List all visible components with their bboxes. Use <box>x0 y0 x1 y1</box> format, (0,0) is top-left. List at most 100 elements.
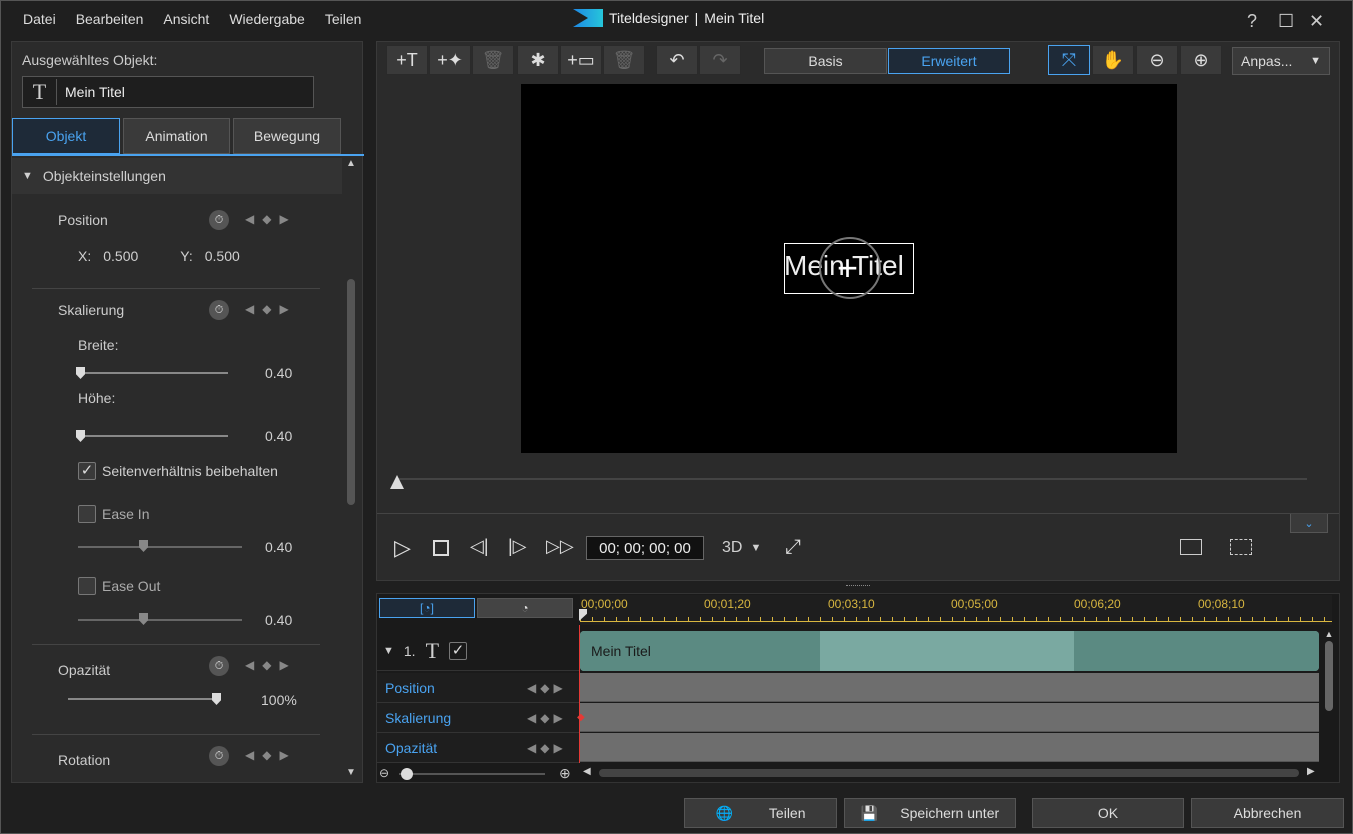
grid-icon[interactable] <box>1230 539 1252 555</box>
ease-out-slider-thumb[interactable] <box>139 613 148 625</box>
ease-in-checkbox[interactable] <box>78 505 96 523</box>
share-label: Teilen <box>768 805 806 821</box>
timeline-vscrollbar[interactable]: ▲ <box>1323 629 1335 765</box>
timeline-zoom-thumb[interactable] <box>401 768 413 780</box>
safe-zone-icon[interactable] <box>1180 539 1202 555</box>
help-button[interactable]: ? <box>1247 11 1257 32</box>
keyframe-controls[interactable]: ◀◆▶ <box>527 711 567 725</box>
height-slider-thumb[interactable] <box>76 430 85 442</box>
height-slider[interactable] <box>78 435 228 437</box>
ruler-tick-label: 00;00;00 <box>581 597 628 611</box>
aspect-ratio-checkbox[interactable]: ✓ <box>78 462 96 480</box>
stop-button[interactable] <box>433 540 449 556</box>
stopwatch-icon[interactable]: ⏱ <box>209 656 229 676</box>
collapse-icon[interactable]: ▼ <box>383 645 394 657</box>
add-effect-button[interactable]: ✱ <box>517 45 559 75</box>
ruler-tick-label: 00;05;00 <box>951 597 998 611</box>
track-number: 1. <box>403 642 416 659</box>
expand-button[interactable]: ⌄ <box>1290 513 1328 533</box>
keyframe-controls[interactable]: ◀◆▶ <box>245 748 297 762</box>
fullscreen-icon[interactable]: ⤢ <box>785 536 801 559</box>
add-text-button[interactable]: +T <box>386 45 428 75</box>
next-frame-button[interactable]: |▷ <box>508 536 527 557</box>
opacity-slider[interactable] <box>68 698 218 700</box>
previous-frame-button[interactable]: ◁| <box>470 536 489 557</box>
cancel-button[interactable]: Abbrechen <box>1191 798 1344 828</box>
share-button[interactable]: 🌐 Teilen <box>684 798 837 828</box>
keyframe-controls[interactable]: ◀◆▶ <box>245 302 297 316</box>
opacity-slider-thumb[interactable] <box>212 693 221 705</box>
menu-bearbeiten[interactable]: Bearbeiten <box>76 11 144 27</box>
timecode-display[interactable]: 00; 00; 00; 00 <box>586 536 704 560</box>
ease-out-slider[interactable] <box>78 619 242 621</box>
keyframe-lane[interactable] <box>580 733 1319 762</box>
preview-canvas[interactable]: Mein Titel + <box>521 84 1177 453</box>
width-slider-thumb[interactable] <box>76 367 85 379</box>
keyframe-controls[interactable]: ◀◆▶ <box>527 741 567 755</box>
fast-forward-button[interactable]: ▷▷ <box>546 536 574 557</box>
stopwatch-icon[interactable]: ⏱ <box>209 300 229 320</box>
width-slider[interactable] <box>78 372 228 374</box>
hand-tool-icon[interactable]: ✋ <box>1092 45 1134 75</box>
ok-button[interactable]: OK <box>1032 798 1184 828</box>
splitter-handle[interactable] <box>846 585 870 588</box>
menu-teilen[interactable]: Teilen <box>325 11 362 27</box>
keyframe-lane[interactable] <box>580 703 1319 732</box>
erweitert-button[interactable]: Erweitert <box>888 48 1010 74</box>
track-visible-checkbox[interactable]: ✓ <box>449 641 468 660</box>
preview-scrubber[interactable] <box>397 478 1307 480</box>
zoom-in-timeline-icon[interactable]: ⊕ <box>559 765 571 782</box>
delete-particle-button[interactable]: 🗑 <box>472 45 514 75</box>
basis-button[interactable]: Basis <box>764 48 887 74</box>
play-button[interactable]: ▷ <box>394 535 411 561</box>
menu-ansicht[interactable]: Ansicht <box>163 11 209 27</box>
ease-out-checkbox[interactable] <box>78 577 96 595</box>
tab-objekt[interactable]: Objekt <box>12 118 120 154</box>
menu-wiedergabe[interactable]: Wiedergabe <box>229 11 305 27</box>
timeline-zoom-slider[interactable] <box>399 773 545 775</box>
ease-in-slider[interactable] <box>78 546 242 548</box>
aspect-ratio-label: Seitenverhältnis beibehalten <box>102 463 278 479</box>
movie-time-mode-button[interactable]: ◔ <box>477 598 573 618</box>
keyframe-controls[interactable]: ◀◆▶ <box>245 212 297 226</box>
x-value[interactable]: 0.500 <box>103 248 138 264</box>
zoom-in-icon[interactable]: ⊕ <box>1180 45 1222 75</box>
keyframe-lane[interactable] <box>580 673 1319 702</box>
close-button[interactable]: ✕ <box>1309 11 1324 32</box>
zoom-out-timeline-icon[interactable]: ⊖ <box>379 766 389 780</box>
stopwatch-icon[interactable]: ⏱ <box>209 210 229 230</box>
scroll-right-icon[interactable]: ▶ <box>1307 766 1315 777</box>
tab-animation[interactable]: Animation <box>123 118 230 154</box>
tab-bewegung[interactable]: Bewegung <box>233 118 341 154</box>
scrollbar-thumb[interactable] <box>347 279 355 505</box>
selected-object-field[interactable]: T Mein Titel <box>22 76 314 108</box>
zoom-out-icon[interactable]: ⊖ <box>1136 45 1178 75</box>
add-particle-button[interactable]: +✦ <box>429 45 471 75</box>
zoom-fit-dropdown[interactable]: Anpas... ▼ <box>1232 47 1330 75</box>
ease-in-slider-thumb[interactable] <box>139 540 148 552</box>
redo-button[interactable]: ↷ <box>699 45 741 75</box>
section-objekteinstellungen[interactable]: ▼ Objekteinstellungen <box>12 158 342 194</box>
collapse-icon: ▼ <box>22 170 33 182</box>
clip-time-mode-button[interactable]: [◔] <box>379 598 475 618</box>
keyframe-controls[interactable]: ◀◆▶ <box>527 681 567 695</box>
add-image-button[interactable]: +▭ <box>560 45 602 75</box>
y-value[interactable]: 0.500 <box>205 248 240 264</box>
scroll-left-icon[interactable]: ◀ <box>583 766 591 777</box>
track-label: Position <box>385 679 435 696</box>
undo-button[interactable]: ↶ <box>656 45 698 75</box>
select-tool-icon[interactable]: ⤧ <box>1048 45 1090 75</box>
keyframe-controls[interactable]: ◀◆▶ <box>245 658 297 672</box>
opacity-value: 100% <box>261 692 297 708</box>
3d-mode-dropdown[interactable]: 3D ▼ <box>722 539 761 557</box>
title-clip[interactable]: Mein Titel <box>580 631 1319 671</box>
maximize-button[interactable]: ☐ <box>1278 11 1294 32</box>
app-logo-icon <box>573 9 603 27</box>
stopwatch-icon[interactable]: ⏱ <box>209 746 229 766</box>
delete-image-button[interactable]: 🗑 <box>603 45 645 75</box>
save-as-button[interactable]: 💾 Speichern unter <box>844 798 1016 828</box>
ruler-tick-label: 00;08;10 <box>1198 597 1245 611</box>
menu-datei[interactable]: Datei <box>23 11 56 27</box>
scrollbar[interactable]: ▲ ▼ <box>344 158 358 778</box>
timeline-hscrollbar[interactable] <box>599 769 1299 777</box>
